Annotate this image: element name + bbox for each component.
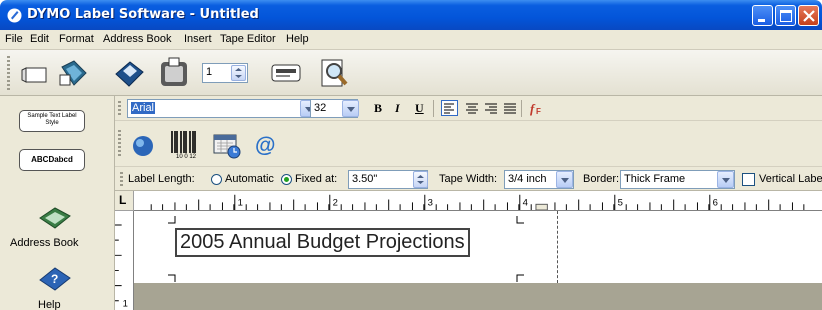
automatic-label[interactable]: Automatic [225,173,274,185]
crop-mark-bottom-left [168,274,176,282]
ruler-mark-4: 4 [523,197,528,208]
insert-toolbar: 10 0 12 @ [115,121,822,166]
vruler-mark-1: 1 [123,298,128,309]
minimize-icon [758,19,765,22]
fixed-radio[interactable] [281,174,292,185]
label-settings-bar: Label Length: Automatic Fixed at: 3.50" … [115,166,822,191]
new-label-icon[interactable] [20,60,50,88]
address-at-icon[interactable]: @ [252,131,280,159]
label-tape-icon[interactable] [270,61,302,85]
sidebar: Sample Text Label Style ABCDabcd Address… [0,96,115,310]
close-icon [803,10,815,22]
save-icon[interactable] [112,58,146,90]
align-center-icon[interactable] [464,101,480,116]
bold-button[interactable]: B [374,101,382,116]
style-sample-caps-text: ABCDabcd [31,155,73,164]
copies-spinner[interactable] [231,65,246,81]
print-icon[interactable] [157,56,193,90]
insert-grip[interactable] [118,130,121,158]
ruler-mark-6: 6 [713,197,718,208]
tab-stop-indicator: L [119,193,127,207]
ruler-mark-5: 5 [618,197,623,208]
vertical-ruler: 1 [115,211,134,310]
tape-width-value: 3/4 inch [508,173,547,185]
style-sample-small[interactable]: Sample Text Label Style [19,110,85,132]
spinner-arrows-icon [235,68,242,78]
menu-format[interactable]: Format [59,33,94,45]
open-icon[interactable] [56,57,90,89]
font-size-value: 32 [314,102,327,114]
minimize-button[interactable] [752,5,773,26]
size-dropdown-icon[interactable] [342,100,359,117]
help-icon[interactable]: ? [37,262,73,296]
crop-mark-bottom-right [516,274,524,282]
tape-width-label: Tape Width: [439,173,498,185]
menu-edit[interactable]: Edit [30,33,49,45]
menu-file[interactable]: File [5,33,23,45]
menu-bar: File Edit Format Address Book Insert Tap… [0,30,822,50]
format-toolbar: Arial 32 B I U f F [115,96,822,121]
border-value: Thick Frame [624,173,686,185]
barcode-caption: 10 0 12 [176,154,197,160]
italic-button[interactable]: I [395,101,400,116]
ruler-mark-3: 3 [428,197,433,208]
menu-tape-editor[interactable]: Tape Editor [220,33,276,45]
border-label: Border: [583,173,620,185]
fixed-label[interactable]: Fixed at: [295,173,337,185]
address-book-icon[interactable] [37,202,73,234]
close-button[interactable] [798,5,819,26]
crop-mark-top-left [168,216,176,224]
label-editor: L 1 2 3 4 5 6 1 2005 Annual Budget Proje… [115,191,822,310]
help-label[interactable]: Help [38,299,61,310]
date-time-icon[interactable] [212,131,244,161]
style-sample-caps[interactable]: ABCDabcd [19,149,85,171]
text-effects-icon[interactable]: f F [527,100,545,117]
label-grip[interactable] [120,172,123,187]
font-name: Arial [131,102,156,114]
tape-width-dropdown-icon[interactable] [556,171,573,188]
svg-text:F: F [536,107,541,116]
underline-button[interactable]: U [415,101,424,116]
maximize-icon [780,10,792,22]
dymo-app-icon [7,8,22,23]
label-length-label: Label Length: [128,173,195,185]
svg-text:?: ? [51,272,58,286]
ruler-mark-1: 1 [238,197,243,208]
menu-help[interactable]: Help [286,33,309,45]
vertical-label-label[interactable]: Vertical Label [759,173,822,185]
ruler-corner[interactable]: L [115,191,134,211]
spinner-arrows-icon [417,175,424,184]
menu-insert[interactable]: Insert [184,33,212,45]
label-end-marker[interactable] [535,203,548,210]
automatic-radio[interactable] [211,174,222,185]
style-sample-small-text: Sample Text Label Style [27,113,77,126]
format-separator-2 [521,100,522,117]
svg-text:@: @ [255,134,275,157]
window-title: DYMO Label Software - Untitled [27,7,259,22]
justify-icon[interactable] [502,101,518,116]
horizontal-ruler: 1 2 3 4 5 6 [134,191,822,211]
label-text-box[interactable]: 2005 Annual Budget Projections [175,228,470,257]
main-toolbar: 1 [0,50,822,96]
align-left-icon[interactable] [441,100,459,117]
align-right-icon[interactable] [483,101,499,116]
fixed-length-spinner[interactable] [413,171,428,188]
label-boundary-line [557,211,558,283]
vertical-label-checkbox[interactable] [742,173,755,186]
clip-art-icon[interactable] [129,131,159,159]
ruler-mark-2: 2 [333,197,338,208]
title-bar: DYMO Label Software - Untitled [0,0,822,30]
menu-address-book[interactable]: Address Book [103,33,171,45]
address-book-label[interactable]: Address Book [10,237,78,249]
font-select[interactable]: Arial [127,99,319,118]
tape-area-bottom [134,283,822,310]
format-separator [433,100,434,117]
border-dropdown-icon[interactable] [717,171,734,188]
format-grip[interactable] [118,101,121,117]
print-preview-icon[interactable] [318,56,352,90]
toolbar-grip[interactable] [7,56,10,90]
maximize-button[interactable] [775,5,796,26]
crop-mark-top-right [516,216,524,224]
